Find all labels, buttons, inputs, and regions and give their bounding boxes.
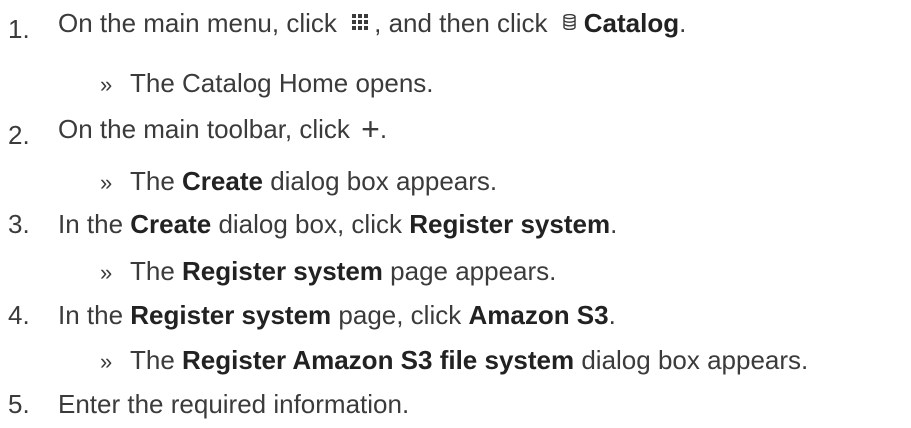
step-text-segment: In the (58, 300, 131, 330)
step-text-segment: On the main toolbar, click (58, 114, 358, 144)
step-4-result: » The Register Amazon S3 file system dial… (100, 343, 808, 377)
step-3: 3. (8, 207, 30, 241)
grid-menu-icon (352, 14, 369, 31)
step-text-segment: In the (58, 209, 131, 239)
step-text-segment: On the main menu, click (58, 8, 345, 38)
ui-label-amazon-s3: Amazon S3 (468, 300, 609, 330)
step-number: 4. (8, 300, 30, 330)
result-marker: » (100, 260, 113, 285)
step-text-segment: . (679, 8, 687, 38)
ui-label-create: Create (130, 209, 212, 239)
step-5: 5. (8, 387, 30, 421)
step-text-segment: , and then click (374, 8, 555, 38)
result-text: The (130, 345, 183, 375)
ui-label-register-system: Register system (182, 256, 383, 286)
result-text: The (130, 166, 183, 196)
step-text-segment: Enter the required information. (58, 389, 410, 419)
page: { "steps": [ { "number": "1.", "parts": … (0, 0, 911, 428)
step-text-segment: . (610, 209, 618, 239)
step-4: 4. (8, 298, 30, 332)
step-3-result: » The Register system page appears. (100, 254, 556, 288)
step-text-segment: . (379, 114, 388, 144)
result-marker: » (100, 72, 113, 97)
step-text-segment: dialog box, click (211, 209, 410, 239)
step-1-result: » The Catalog Home opens. (100, 66, 434, 100)
ui-label-register-system: Register system (409, 209, 611, 239)
result-text: dialog box appears. (574, 345, 809, 375)
step-text-segment: . (608, 300, 616, 330)
result-text: The (130, 256, 183, 286)
plus-icon: + (361, 111, 380, 147)
result-text: The Catalog Home opens. (130, 68, 434, 98)
ui-label-register-amazon-s3-file-system: Register Amazon S3 file system (182, 345, 575, 375)
result-text: page appears. (382, 256, 557, 286)
result-marker: » (100, 170, 113, 195)
step-2-result: » The Create dialog box appears. (100, 164, 497, 198)
step-text-segment: page, click (331, 300, 469, 330)
ui-label-create: Create (182, 166, 263, 196)
result-marker: » (100, 349, 113, 374)
ui-label-register-system: Register system (130, 300, 332, 330)
ui-label-catalog: Catalog (583, 8, 680, 38)
step-1: 1. (8, 6, 30, 44)
result-text: dialog box appears. (262, 166, 498, 196)
step-number: 3. (8, 209, 30, 239)
step-number: 2. (8, 120, 30, 150)
step-number: 5. (8, 389, 30, 419)
step-2: 2. (8, 112, 30, 150)
step-number: 1. (8, 14, 30, 44)
catalog-database-icon (563, 14, 576, 31)
